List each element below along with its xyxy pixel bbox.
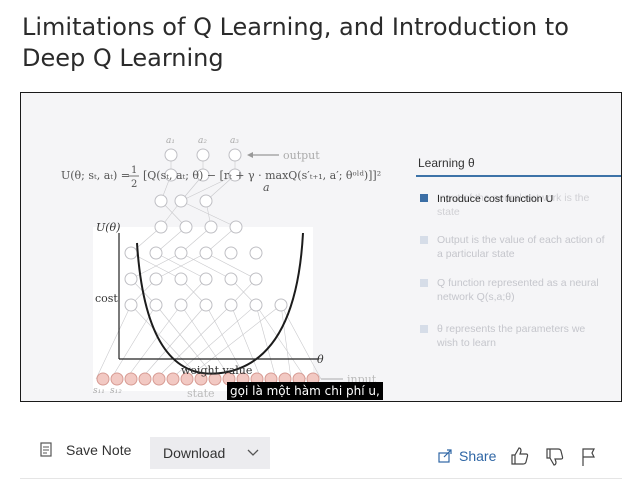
download-label: Download: [163, 445, 226, 461]
thumbs-down-icon[interactable]: [545, 447, 565, 467]
panel-title: Learning θ: [418, 156, 475, 170]
cost-axis-label: U(θ): [96, 221, 120, 234]
bullet-square: [420, 325, 428, 333]
chevron-down-icon: [247, 449, 259, 456]
action-label-2: a₂: [198, 136, 207, 146]
video-player[interactable]: U(θ; sₜ, aₜ) = 1 2 [Q(sₜ, aₜ; θ) − [rₜ +…: [20, 92, 622, 402]
formula-lhs: U(θ; sₜ, aₜ) =: [61, 169, 130, 182]
formula-num: 1: [131, 165, 137, 176]
save-note-label: Save Note: [66, 442, 132, 458]
video-caption: gọi là một hàm chi phí u,: [227, 382, 383, 400]
input-node: [110, 372, 124, 386]
share-icon: [438, 449, 452, 463]
panel-title-text: Learning θ: [418, 156, 475, 170]
action-label-3: a₃: [230, 136, 239, 146]
bullet-square: [420, 279, 428, 287]
bullet-text: Output is the value of each action of a …: [437, 234, 605, 260]
flag-icon[interactable]: [581, 447, 597, 467]
weight-label: weight value: [181, 364, 252, 377]
theta-axis-label: θ: [317, 353, 324, 366]
output-label: output: [283, 149, 320, 162]
bullet-text: Q function represented as a neural netwo…: [437, 277, 599, 303]
page-title: Limitations of Q Learning, and Introduct…: [22, 13, 569, 72]
video-toolbar: Save Note Download Share: [20, 428, 622, 470]
toolbar-divider: [20, 478, 622, 479]
input-node: [166, 372, 180, 386]
input-node: [152, 372, 166, 386]
state-label: state: [187, 387, 215, 400]
share-label: Share: [459, 448, 497, 464]
input-node: [138, 372, 152, 386]
bullet-text: θ represents the parameters we wish to l…: [437, 323, 586, 349]
thumbs-up-icon[interactable]: [510, 446, 530, 466]
bullet-square: [420, 194, 428, 202]
download-dropdown[interactable]: Download: [150, 437, 270, 469]
panel-bullet-3: Q function represented as a neural netwo…: [420, 276, 605, 308]
share-button[interactable]: Share: [438, 448, 496, 464]
note-icon: [40, 442, 52, 457]
output-arrowhead: [247, 152, 253, 158]
cost-label: cost: [95, 292, 118, 305]
formula-den: 2: [131, 179, 137, 190]
save-note-button[interactable]: Save Note: [40, 442, 131, 458]
input-node: [96, 372, 110, 386]
panel-underline: [416, 175, 621, 177]
state-label-2: s₁₂: [110, 386, 122, 396]
input-node: [124, 372, 138, 386]
panel-bullet-1: Input of the neural network is the state…: [420, 191, 605, 223]
panel-bullet-4: θ represents the parameters we wish to l…: [420, 322, 605, 354]
panel-bullet-2: Output is the value of each action of a …: [420, 233, 605, 265]
bullet-text: Introduce cost function U: [437, 193, 554, 205]
bullet-square: [420, 236, 428, 244]
state-label-1: s₁₁: [93, 386, 105, 396]
formula-under: a: [263, 181, 270, 194]
action-label-1: a₁: [166, 136, 175, 146]
